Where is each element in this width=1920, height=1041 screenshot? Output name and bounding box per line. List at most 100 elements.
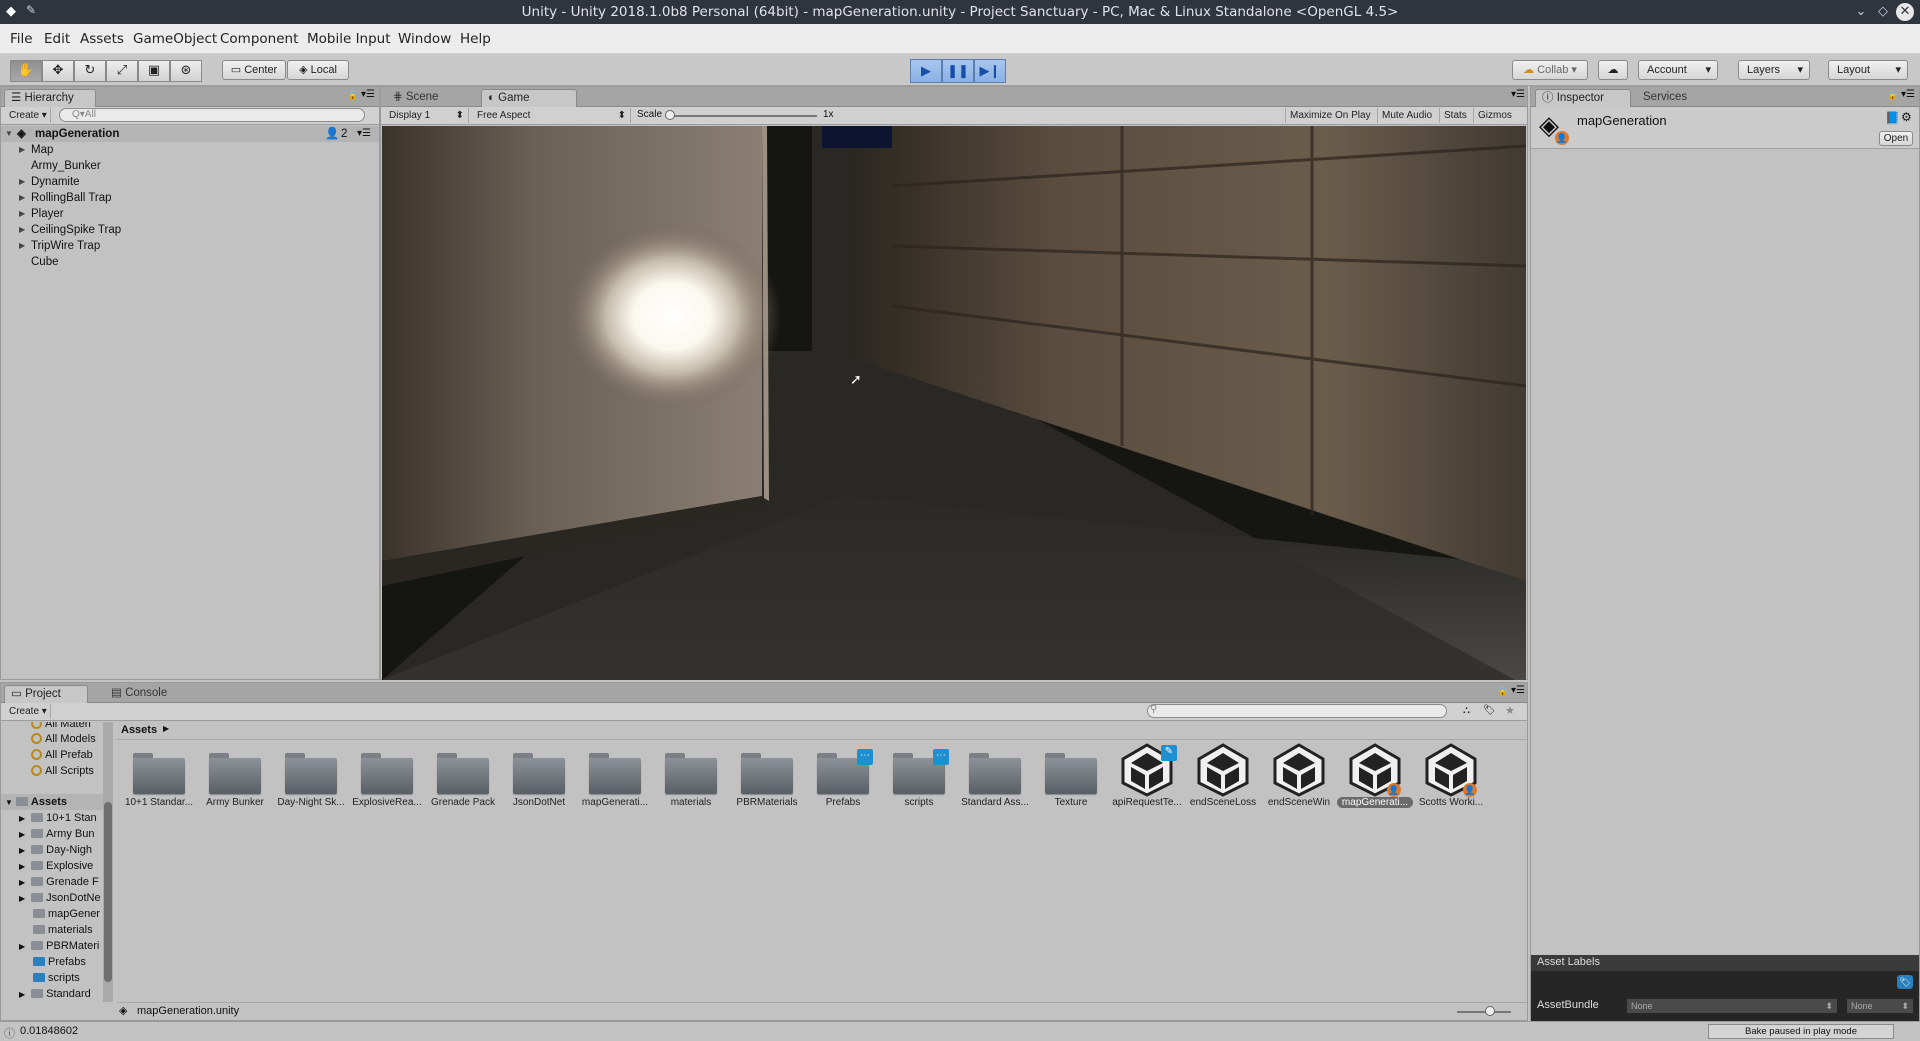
settings-gear-icon[interactable]: ⚙ bbox=[1901, 110, 1912, 124]
tree-folder[interactable]: materials bbox=[19, 922, 103, 938]
tree-folder[interactable]: scripts bbox=[19, 970, 103, 986]
filter-type-icon[interactable]: ⛬ bbox=[1463, 705, 1470, 716]
open-button[interactable]: Open bbox=[1879, 131, 1913, 146]
status-message[interactable]: 0.01848602 bbox=[20, 1025, 78, 1037]
expand-arrow-icon[interactable]: ▶ bbox=[19, 142, 25, 158]
tree-folder[interactable]: ▶ Standard bbox=[19, 986, 103, 1002]
gizmos-button[interactable]: Gizmos bbox=[1473, 108, 1516, 123]
panel-menu-icon[interactable]: ▾☰ bbox=[1511, 685, 1525, 696]
layers-button[interactable]: Layers ▾ bbox=[1738, 60, 1810, 80]
display-dropdown[interactable]: Display 1 ⬍ bbox=[385, 108, 469, 123]
tab-services[interactable]: Services bbox=[1637, 89, 1717, 107]
pivot-center-button[interactable]: ▭ Center bbox=[222, 60, 286, 80]
asset-folder[interactable]: Standard Ass... bbox=[957, 741, 1033, 821]
expand-arrow-icon[interactable]: ▶ bbox=[19, 862, 25, 871]
expand-arrow-icon[interactable]: ▶ bbox=[19, 830, 25, 839]
expand-arrow-icon[interactable]: ▶ bbox=[19, 206, 25, 222]
tab-game[interactable]: ◐ Game bbox=[481, 89, 577, 107]
asset-folder[interactable]: Texture bbox=[1033, 741, 1109, 821]
asset-folder[interactable]: ⋯ scripts bbox=[881, 741, 957, 821]
asset-scene[interactable]: endSceneLoss bbox=[1185, 741, 1261, 821]
scale-slider-thumb[interactable] bbox=[665, 110, 675, 120]
asset-folder[interactable]: Army Bunker bbox=[197, 741, 273, 821]
tree-folder[interactable]: ▶ Explosive bbox=[19, 858, 103, 874]
stats-button[interactable]: Stats bbox=[1439, 108, 1471, 123]
rotate-tool-icon[interactable]: ↻ bbox=[74, 60, 106, 82]
transform-tool-icon[interactable]: ⊛ bbox=[170, 60, 202, 82]
pause-button[interactable]: ❚❚ bbox=[942, 59, 974, 83]
asset-folder[interactable]: PBRMaterials bbox=[729, 741, 805, 821]
menu-gameobject[interactable]: GameObject bbox=[133, 31, 217, 47]
expand-arrow-icon[interactable]: ▶ bbox=[19, 894, 25, 903]
tree-scrollbar[interactable] bbox=[103, 722, 113, 1002]
icon-size-slider-thumb[interactable] bbox=[1485, 1006, 1495, 1016]
mute-audio-button[interactable]: Mute Audio bbox=[1377, 108, 1436, 123]
minimize-icon[interactable]: ⌄ bbox=[1852, 3, 1870, 21]
expand-arrow-icon[interactable]: ▶ bbox=[19, 190, 25, 206]
lock-icon[interactable]: 🔒 bbox=[1497, 686, 1508, 697]
menu-window[interactable]: Window bbox=[398, 31, 451, 47]
asset-scene[interactable]: 👤 Scotts Worki... bbox=[1413, 741, 1489, 821]
favorite-item[interactable]: All Scripts bbox=[31, 763, 103, 779]
breadcrumb-assets[interactable]: Assets bbox=[121, 724, 157, 736]
tab-inspector[interactable]: ⓘ Inspector bbox=[1535, 89, 1631, 107]
asset-scene[interactable]: 👤 mapGenerati... bbox=[1337, 741, 1413, 821]
asset-folder[interactable]: mapGenerati... bbox=[577, 741, 653, 821]
help-book-icon[interactable]: 📘 bbox=[1885, 111, 1900, 125]
scene-header-row[interactable]: ▼ ◈ mapGeneration 👤 2 ▾☰ bbox=[1, 126, 379, 142]
scale-tool-icon[interactable]: ⤢ bbox=[106, 60, 138, 82]
tab-hierarchy[interactable]: ☰ Hierarchy bbox=[4, 89, 96, 107]
expand-arrow-icon[interactable]: ▶ bbox=[19, 814, 25, 823]
menu-mobile-input[interactable]: Mobile Input bbox=[307, 31, 391, 47]
lock-icon[interactable]: 🔒 bbox=[347, 90, 358, 101]
tree-folder[interactable]: ▶ Grenade F bbox=[19, 874, 103, 890]
maximize-on-play-button[interactable]: Maximize On Play bbox=[1285, 108, 1375, 123]
hand-tool-icon[interactable]: ✋ bbox=[10, 60, 42, 82]
expand-arrow-icon[interactable]: ▼ bbox=[5, 798, 13, 807]
aspect-dropdown[interactable]: Free Aspect ⬍ bbox=[473, 108, 631, 123]
expand-arrow-icon[interactable]: ▼ bbox=[5, 126, 13, 142]
layout-button[interactable]: Layout ▾ bbox=[1828, 60, 1908, 80]
tree-folder[interactable]: Prefabs bbox=[19, 954, 103, 970]
tree-folder[interactable]: ▶ 10+1 Stan bbox=[19, 810, 103, 826]
expand-arrow-icon[interactable]: ▶ bbox=[19, 174, 25, 190]
account-button[interactable]: Account ▾ bbox=[1638, 60, 1718, 80]
panel-menu-icon[interactable]: ▾☰ bbox=[361, 89, 375, 100]
asset-folder[interactable]: JsonDotNet bbox=[501, 741, 577, 821]
expand-arrow-icon[interactable]: ▶ bbox=[19, 878, 25, 887]
expand-arrow-icon[interactable]: ▶ bbox=[19, 846, 25, 855]
pivot-local-button[interactable]: ◈ Local bbox=[287, 60, 349, 80]
scale-slider-track[interactable] bbox=[667, 115, 817, 117]
project-search-input[interactable]: ⚲ bbox=[1147, 704, 1447, 718]
asset-folder[interactable]: Grenade Pack bbox=[425, 741, 501, 821]
hierarchy-create-dropdown[interactable]: Create ▾ bbox=[5, 108, 51, 123]
tree-scrollbar-thumb[interactable] bbox=[104, 802, 112, 982]
maximize-icon[interactable]: ◇ bbox=[1874, 3, 1892, 21]
play-button[interactable]: ▶ bbox=[910, 59, 942, 83]
asset-folder[interactable]: 10+1 Standar... bbox=[121, 741, 197, 821]
menu-edit[interactable]: Edit bbox=[44, 31, 70, 47]
tree-folder[interactable]: mapGener bbox=[19, 906, 103, 922]
expand-arrow-icon[interactable]: ▶ bbox=[19, 222, 25, 238]
game-viewport[interactable]: ➚ bbox=[382, 126, 1526, 680]
menu-help[interactable]: Help bbox=[460, 31, 491, 47]
asset-folder[interactable]: materials bbox=[653, 741, 729, 821]
move-tool-icon[interactable]: ✥ bbox=[42, 60, 74, 82]
expand-arrow-icon[interactable]: ▶ bbox=[19, 990, 25, 999]
favorite-item[interactable]: All Models bbox=[31, 731, 103, 747]
label-tag-icon[interactable]: 🏷 bbox=[1897, 975, 1913, 989]
panel-menu-icon[interactable]: ▾☰ bbox=[1901, 89, 1915, 100]
icon-size-slider-track[interactable] bbox=[1457, 1011, 1511, 1013]
lock-icon[interactable]: 🔒 bbox=[1887, 90, 1898, 101]
expand-arrow-icon[interactable]: ▶ bbox=[19, 942, 25, 951]
tree-folder[interactable]: ▶ Army Bun bbox=[19, 826, 103, 842]
menu-component[interactable]: Component bbox=[220, 31, 298, 47]
tree-folder[interactable]: ▶ Day-Nigh bbox=[19, 842, 103, 858]
cloud-button[interactable]: ☁ bbox=[1598, 60, 1628, 80]
asset-variant-dropdown[interactable]: None ⬍ bbox=[1847, 999, 1913, 1013]
collab-button[interactable]: ☁ Collab ▾ bbox=[1512, 60, 1588, 80]
asset-folder[interactable]: ⋯ Prefabs bbox=[805, 741, 881, 821]
asset-folder[interactable]: ExplosiveRea... bbox=[349, 741, 425, 821]
tab-scene[interactable]: ⋕ Scene bbox=[387, 89, 463, 107]
project-create-dropdown[interactable]: Create ▾ bbox=[5, 704, 51, 719]
